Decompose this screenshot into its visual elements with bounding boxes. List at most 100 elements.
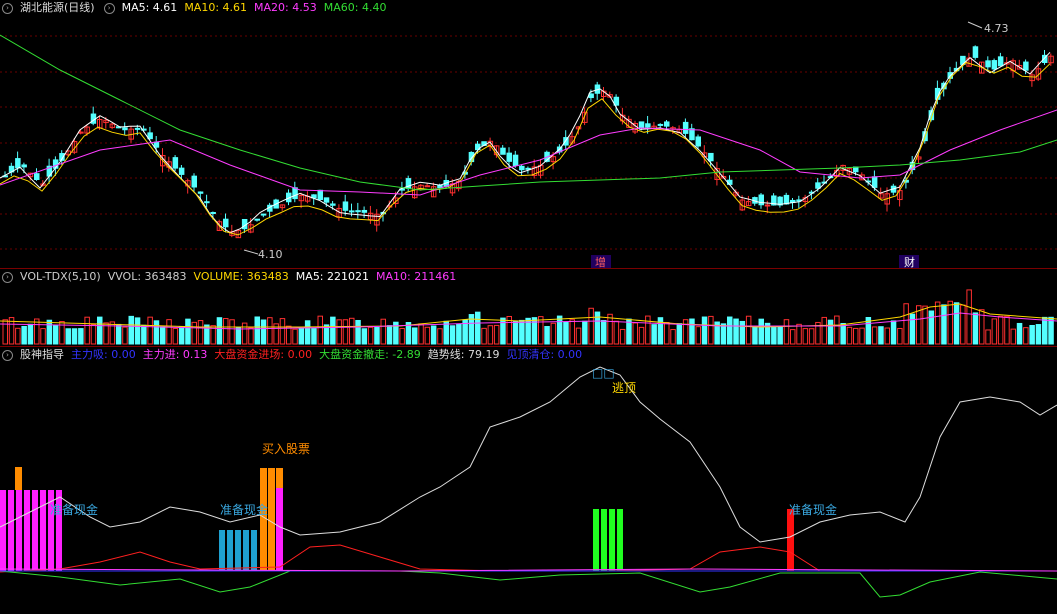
volume-bar: [248, 327, 254, 345]
volume-bar: [802, 328, 809, 345]
volume-bar: [424, 326, 431, 345]
volume-bar: [670, 329, 676, 345]
candle: [815, 182, 821, 189]
volume-bar: [1004, 315, 1010, 345]
volume-bar: [739, 320, 746, 345]
volume-bar: [97, 316, 103, 345]
volume-bar: [638, 326, 645, 345]
cash-bar: [251, 530, 257, 571]
volume-bar: [846, 326, 853, 345]
volume-bar: [500, 317, 506, 345]
candle: [506, 152, 512, 162]
volume-bar: [575, 327, 582, 345]
candle: [708, 152, 714, 162]
high-label: 4.73: [984, 22, 1009, 35]
volume-bar: [890, 320, 897, 345]
volume-bar: [651, 324, 657, 345]
indicator-panel[interactable]: › 股神指导 主力吸: 0.00 主力进: 0.13 大盘资金进场: 0.00 大盘资金撤…: [0, 347, 1057, 614]
settings-icon[interactable]: ›: [103, 2, 115, 14]
volume-bar: [84, 316, 90, 345]
volume-bar: [286, 325, 292, 345]
candle: [122, 127, 128, 131]
candle: [657, 123, 664, 126]
candle: [972, 46, 979, 58]
buy-bar: [276, 468, 283, 488]
ma-legend-item: MA60: 4.40: [323, 1, 387, 14]
volume-bar: [588, 307, 594, 345]
volume-bar: [216, 317, 223, 345]
candle: [361, 209, 368, 213]
volume-bar: [859, 327, 865, 345]
volume-bar: [493, 324, 500, 345]
ma-legend-item: MA10: 4.61: [184, 1, 248, 14]
volume-bar: [487, 325, 494, 345]
volume-bar: [745, 315, 752, 345]
volume-bar: [336, 319, 342, 345]
volume-bar: [538, 316, 544, 345]
volume-bar: [1035, 324, 1042, 345]
vol-legend: VOL-TDX(5,10) VVOL: 363483 VOLUME: 363483 M…: [20, 270, 463, 283]
candle: [758, 194, 764, 206]
volume-bar: [443, 320, 449, 345]
volume-bar: [279, 318, 286, 345]
ind-legend-item: 趋势线: 79.19: [427, 348, 500, 361]
volume-bar: [380, 318, 386, 345]
volume-bar: [827, 319, 834, 345]
expand-icon[interactable]: ›: [2, 2, 13, 14]
volume-bar: [960, 304, 966, 345]
volume-bar: [790, 329, 796, 345]
candle: [588, 93, 594, 99]
volume-bar: [903, 303, 909, 345]
candle: [210, 211, 216, 214]
vol-legend-item: VOL-TDX(5,10): [20, 270, 101, 283]
volume-bar: [897, 327, 903, 345]
volume-bar: [519, 319, 525, 345]
volume-bar: [582, 320, 588, 345]
volume-bar: [727, 316, 733, 345]
volume-bar: [437, 328, 443, 345]
price-chart[interactable]: 4.73 4.10 增 财: [0, 0, 1057, 268]
volume-bar: [178, 326, 185, 345]
cash-bar: [227, 530, 233, 571]
volume-bar: [569, 319, 575, 345]
inflow-bar: [617, 509, 623, 571]
indicator-chart[interactable]: 准备现金 准备现金 准备现金 买入股票 逃顶□□: [0, 347, 1057, 614]
volume-bar: [796, 323, 802, 345]
volume-bar: [550, 322, 557, 345]
volume-bar: [52, 324, 59, 345]
volume-bar: [386, 325, 393, 345]
volume-bar: [71, 328, 78, 345]
volume-bar: [191, 321, 197, 345]
volume-bar: [40, 328, 46, 345]
volume-bar: [311, 328, 317, 345]
volume-bar: [657, 317, 664, 345]
volume-bar: [626, 318, 632, 345]
settings-icon[interactable]: ›: [2, 271, 13, 283]
price-panel[interactable]: › 湖北能源(日线) › MA5: 4.61 MA10: 4.61 MA20: 4.53 M…: [0, 0, 1057, 268]
volume-bar: [645, 315, 651, 345]
volume-bar: [512, 320, 519, 345]
candle: [985, 60, 991, 68]
market-outflow-line: [0, 570, 1057, 598]
volume-bar: [197, 320, 204, 345]
volume-header: › VOL-TDX(5,10) VVOL: 363483 VOLUME: 363483…: [0, 269, 470, 285]
cash-bar: [243, 530, 249, 571]
volume-bar: [65, 328, 71, 345]
volume-bar: [185, 318, 191, 345]
volume-bar: [752, 326, 758, 345]
volume-bar: [90, 323, 97, 345]
volume-bar: [941, 304, 947, 345]
volume-bar: [109, 321, 116, 345]
cash-bar: [235, 530, 241, 571]
volume-bar: [991, 318, 998, 345]
settings-icon[interactable]: ›: [2, 349, 13, 361]
candle: [349, 210, 355, 213]
volume-bar: [361, 328, 368, 345]
candle: [997, 56, 1004, 67]
candle: [323, 197, 330, 203]
volume-panel[interactable]: › VOL-TDX(5,10) VVOL: 363483 VOLUME: 363483…: [0, 269, 1057, 346]
volume-bar: [134, 317, 141, 345]
main-force-bar: [24, 490, 30, 571]
volume-bar: [349, 317, 355, 345]
volume-bar: [972, 312, 979, 345]
